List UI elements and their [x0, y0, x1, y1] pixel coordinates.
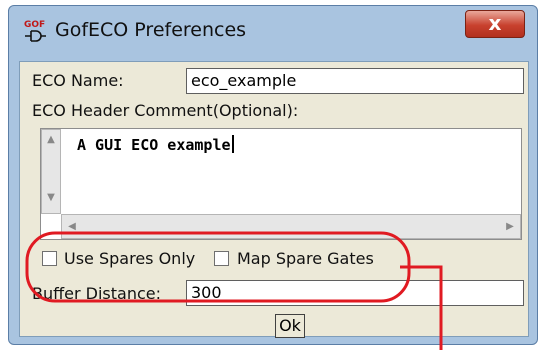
buffer-distance-input[interactable]: 300 [186, 280, 524, 306]
scroll-left-icon[interactable]: ◀ [66, 221, 78, 232]
dialog-body: ECO Name: eco_example ECO Header Comment… [19, 61, 529, 338]
header-comment-text: A GUI ECO example [77, 135, 234, 154]
window-title: GofECO Preferences [55, 19, 247, 41]
text-caret [231, 135, 234, 153]
header-comment-textarea[interactable]: ▲ ▼ A GUI ECO example ◀ ▶ [40, 128, 522, 240]
scroll-down-icon[interactable]: ▼ [44, 192, 58, 203]
gof-icon-text: GOF [24, 20, 45, 30]
title-bar[interactable]: GOF GofECO Preferences x [9, 6, 537, 58]
buffer-distance-label: Buffer Distance: [32, 284, 161, 303]
scroll-up-icon[interactable]: ▲ [44, 134, 58, 145]
use-spares-label: Use Spares Only [64, 249, 196, 268]
vertical-scrollbar[interactable]: ▲ ▼ [41, 129, 61, 214]
ok-button[interactable]: Ok [275, 314, 305, 338]
close-icon: x [488, 11, 502, 35]
preferences-window: GOF GofECO Preferences x ECO Name: eco_e… [8, 5, 538, 345]
eco-name-input[interactable]: eco_example [186, 68, 524, 94]
use-spares-checkbox[interactable] [42, 251, 57, 266]
map-spare-checkbox[interactable] [214, 251, 229, 266]
horizontal-scrollbar[interactable]: ◀ ▶ [61, 214, 521, 239]
eco-name-label: ECO Name: [32, 71, 124, 90]
header-comment-label: ECO Header Comment(Optional): [32, 101, 299, 120]
gof-app-icon: GOF [23, 18, 47, 44]
close-button[interactable]: x [465, 10, 525, 38]
scroll-right-icon[interactable]: ▶ [504, 221, 516, 232]
map-spare-label: Map Spare Gates [237, 249, 374, 268]
